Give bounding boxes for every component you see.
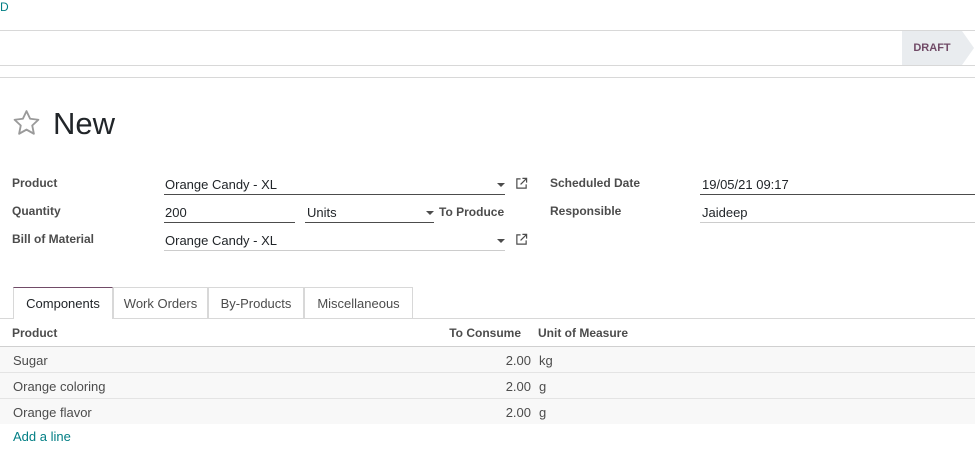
tab-by-products[interactable]: By-Products [208, 287, 304, 318]
responsible-label: Responsible [550, 204, 622, 218]
product-underline [164, 194, 505, 195]
uom-underline [305, 222, 434, 223]
scheduled-date-label: Scheduled Date [550, 176, 641, 190]
to-produce-label: To Produce [439, 205, 505, 219]
row-uom: g [539, 379, 547, 394]
row-product: Sugar [13, 353, 48, 368]
column-header-product[interactable]: Product [12, 326, 57, 340]
quantity-underline [164, 222, 295, 223]
product-label: Product [12, 176, 58, 190]
row-uom: g [539, 405, 547, 420]
row-to-consume: 2.00 [505, 353, 531, 368]
star-icon[interactable] [11, 108, 42, 141]
responsible-field[interactable]: Jaideep [702, 205, 748, 220]
scheduled-date-underline [700, 194, 975, 195]
stage-arrow [962, 31, 974, 65]
caret-down-icon[interactable] [497, 183, 505, 187]
row-product: Orange coloring [13, 379, 106, 394]
responsible-underline [700, 222, 975, 223]
quantity-label: Quantity [12, 204, 61, 218]
uom-select[interactable]: Units [307, 205, 337, 220]
stage-draft[interactable]: DRAFT [902, 31, 962, 65]
sheet-divider [0, 77, 975, 78]
external-link-icon[interactable] [515, 177, 528, 190]
status-bar: DRAFT [0, 30, 975, 66]
row-product: Orange flavor [13, 405, 92, 420]
tab-work-orders[interactable]: Work Orders [113, 287, 208, 318]
scheduled-date-field[interactable]: 19/05/21 09:17 [702, 177, 789, 192]
external-link-icon[interactable] [515, 233, 528, 246]
column-header-to-consume[interactable]: To Consume [420, 326, 521, 340]
breadcrumb-link[interactable]: D [0, 0, 9, 14]
quantity-input[interactable]: 200 [165, 205, 187, 220]
row-to-consume: 2.00 [505, 379, 531, 394]
bom-field[interactable]: Orange Candy - XL [165, 233, 277, 248]
caret-down-icon[interactable] [497, 239, 505, 243]
caret-down-icon[interactable] [426, 211, 434, 215]
tab-components[interactable]: Components [13, 287, 113, 319]
tabs-divider [0, 318, 975, 319]
record-title: New [53, 106, 116, 141]
column-header-uom[interactable]: Unit of Measure [538, 326, 628, 340]
bom-underline [164, 250, 505, 251]
bom-label: Bill of Material [12, 232, 95, 246]
product-field[interactable]: Orange Candy - XL [165, 177, 277, 192]
add-line-link[interactable]: Add a line [13, 429, 71, 444]
row-to-consume: 2.00 [505, 405, 531, 420]
row-uom: kg [539, 353, 553, 368]
tab-miscellaneous[interactable]: Miscellaneous [304, 287, 413, 318]
